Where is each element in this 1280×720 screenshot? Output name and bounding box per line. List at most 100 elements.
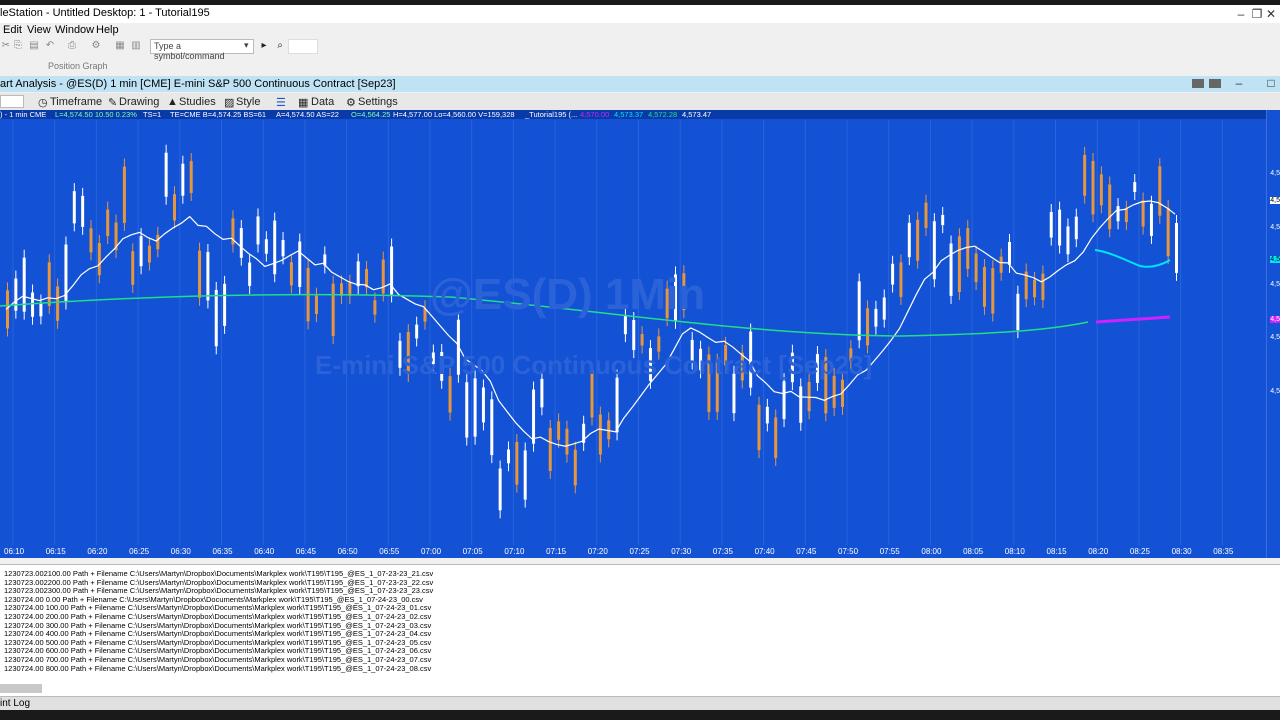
candle-body [565,428,569,455]
position-graph-tab[interactable]: Position Graph [48,61,108,71]
candle-body [147,245,151,263]
chevron-down-icon[interactable]: ▾ [244,40,249,51]
copy-icon[interactable]: ⎘ [12,40,24,51]
info-open: O=4,564.25 [351,110,391,119]
candle-body [81,195,85,227]
price-label: 4,5 [1270,256,1280,263]
settings-menu[interactable]: Settings [358,96,398,108]
log-line: 1230724.00 800.00 Path + Filename C:\Use… [4,663,432,673]
candle-body [289,262,293,286]
candle-body [122,166,126,223]
price-scale[interactable]: 4,5 4,5 4,5 4,5 4,5 4,5 4,5 4,5 [1266,110,1280,558]
candle-body [156,234,160,250]
candle-body [782,381,786,420]
data-menu[interactable]: Data [311,96,334,108]
chart-canvas[interactable] [0,110,1266,558]
candle-body [874,308,878,327]
candle-body [473,378,477,437]
link-icon[interactable] [1192,79,1204,88]
info-value-2: 4,573.37 [614,110,644,119]
time-label: 07:35 [712,547,733,556]
menu-view[interactable]: View [27,24,51,36]
candle-body [924,202,928,228]
chart-minimize-icon[interactable]: – [1230,76,1248,90]
interval-select[interactable] [0,95,24,108]
undo-icon[interactable]: ↶ [44,40,56,51]
menu-window[interactable]: Window [55,24,94,36]
close-icon[interactable]: ✕ [1262,7,1280,21]
print-log-panel[interactable]: 1230723.002100.00 Path + Filename C:\Use… [0,564,1280,697]
candle-body [1066,226,1070,255]
search-input[interactable] [288,39,318,54]
chart-maximize-icon[interactable]: □ [1262,76,1280,90]
candle-body [607,420,611,440]
candle-body [415,324,419,339]
studies-icon: ▲ [167,96,178,108]
horizontal-scrollbar[interactable] [0,684,42,693]
candle-body [164,152,168,197]
chart-toolbar: ◷ Timeframe ✎ Drawing ▲ Studies ▨ Style … [0,93,1280,111]
candle-body [31,292,35,317]
title-bar: leStation - Untitled Desktop: 1 - Tutori… [0,5,1280,23]
time-label: 07:25 [629,547,650,556]
time-label: 06:45 [295,547,316,556]
candle-body [991,268,995,314]
bars-icon[interactable]: ☰ [276,96,286,109]
candle-body [106,209,110,237]
grid-icon[interactable]: ▦ [114,40,126,51]
candle-body [448,376,452,413]
time-label: 07:40 [754,547,775,556]
style-icon: ▨ [224,97,235,109]
drawing-menu[interactable]: Drawing [119,96,159,108]
candle-body [899,262,903,297]
candle-body [223,283,227,326]
candle-body [281,240,285,257]
search-icon[interactable]: ⌕ [274,40,286,51]
candle-body [298,241,302,287]
price-chart[interactable] [0,110,1280,558]
paste-icon[interactable]: ▤ [28,40,40,51]
candle-body [774,417,778,458]
watermark-symbol: @ES(D) 1Min [430,270,706,319]
candle-body [481,387,485,423]
candle-body [14,278,18,311]
menu-edit[interactable]: Edit [3,24,22,36]
candle-body [515,441,519,485]
play-arrow-icon[interactable]: ▸ [258,40,270,51]
cut-icon[interactable]: ✂ [0,40,12,51]
style-menu[interactable]: Style [236,96,260,108]
symbol-input[interactable]: Type a symbol/command ▾ [150,39,254,61]
time-label: 06:15 [45,547,66,556]
candle-body [348,282,352,296]
candle-body [1116,206,1120,222]
candle-body [331,283,335,336]
time-label: 07:10 [504,547,525,556]
price-label: 4,5 [1270,197,1280,204]
candle-body [206,252,210,301]
candle-body [949,243,953,296]
candle-body [941,214,945,226]
candle-body [1016,293,1020,331]
time-label: 08:35 [1213,547,1234,556]
candle-body [907,222,911,258]
candle-body [1008,241,1011,265]
candle-body [1083,154,1087,196]
print-icon[interactable]: ⎙ [66,40,78,51]
candle-body [1033,279,1037,298]
info-te: TE=CME B=4,574.25 BS=61 [170,110,267,119]
studies-menu[interactable]: Studies [179,96,216,108]
settings-gear-icon[interactable]: ⚙ [90,40,102,51]
candle-body [598,414,602,455]
candle-body [1133,182,1137,193]
menu-help[interactable]: Help [96,24,119,36]
print-log-tab[interactable]: int Log [0,698,30,709]
drawing-icon: ✎ [108,97,118,109]
cyan-study-line [1094,249,1171,268]
timeframe-menu[interactable]: Timeframe [50,96,102,108]
layout-icon[interactable]: ▥ [130,40,142,51]
detach-icon[interactable] [1209,79,1221,88]
candle-body [640,334,644,346]
time-label: 07:05 [462,547,483,556]
time-label: 07:50 [838,547,859,556]
candle-body [573,449,577,486]
